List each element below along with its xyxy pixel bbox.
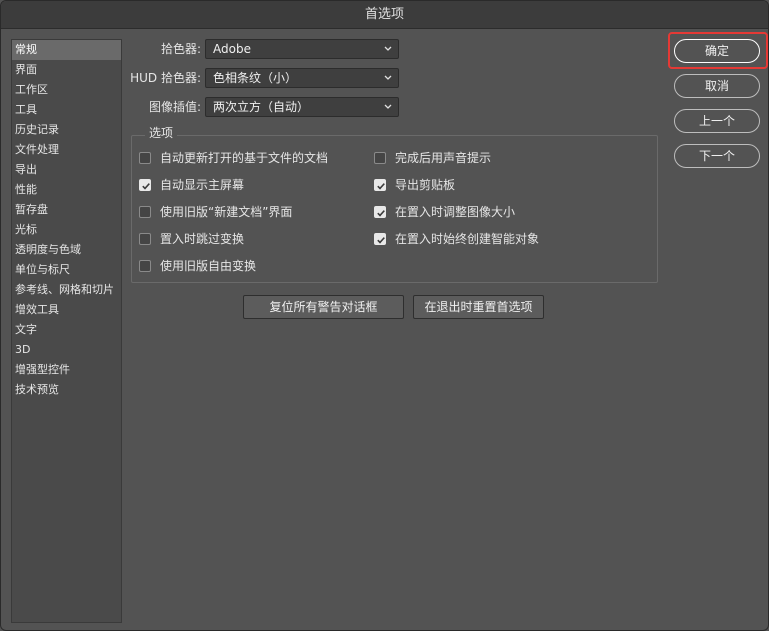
sidebar-item-cursors[interactable]: 光标	[12, 220, 121, 240]
hud-color-picker-select[interactable]: 色相条纹（小）	[205, 68, 399, 88]
preferences-dialog: 首选项 常规 界面 工作区 工具 历史记录 文件处理 导出 性能 暂存盘 光标 …	[0, 0, 769, 631]
checkbox-checked[interactable]	[374, 206, 386, 218]
chevron-down-icon	[384, 46, 392, 51]
checkmark-icon	[377, 237, 385, 244]
checkmark-icon	[142, 183, 150, 190]
checkbox-unchecked[interactable]	[139, 206, 151, 218]
sidebar-item-history[interactable]: 历史记录	[12, 120, 121, 140]
ok-button[interactable]: 确定	[674, 39, 760, 63]
checkmark-icon	[377, 210, 385, 217]
options-group-title: 选项	[145, 125, 178, 141]
checkbox-unchecked[interactable]	[139, 260, 151, 272]
sidebar-item-tools[interactable]: 工具	[12, 100, 121, 120]
sidebar-item-type[interactable]: 文字	[12, 320, 121, 340]
color-picker-label: 拾色器:	[160, 42, 201, 56]
option-label: 使用旧版自由变换	[160, 259, 257, 273]
option-label: 使用旧版“新建文档”界面	[160, 205, 293, 219]
sidebar-item-units-rulers[interactable]: 单位与标尺	[12, 260, 121, 280]
option-label: 置入时跳过变换	[160, 232, 245, 246]
option-label: 完成后用声音提示	[395, 151, 492, 165]
reset-warnings-button[interactable]: 复位所有警告对话框	[243, 295, 404, 319]
checkbox-unchecked[interactable]	[374, 152, 386, 164]
checkbox-unchecked[interactable]	[139, 233, 151, 245]
hud-color-picker-label: HUD 拾色器:	[130, 71, 201, 85]
checkbox-checked[interactable]	[374, 179, 386, 191]
sidebar-item-scratch-disks[interactable]: 暂存盘	[12, 200, 121, 220]
sidebar-item-3d[interactable]: 3D	[12, 340, 121, 360]
sidebar-item-plugins[interactable]: 增效工具	[12, 300, 121, 320]
chevron-down-icon	[384, 75, 392, 80]
sidebar-item-general[interactable]: 常规	[12, 40, 121, 60]
sidebar-item-guides-grid-slices[interactable]: 参考线、网格和切片	[12, 280, 121, 300]
sidebar-item-transparency-gamut[interactable]: 透明度与色域	[12, 240, 121, 260]
sidebar-item-workspace[interactable]: 工作区	[12, 80, 121, 100]
sidebar-item-technology-previews[interactable]: 技术预览	[12, 380, 121, 400]
color-picker-row: 拾色器:	[125, 39, 201, 59]
reset-prefs-on-quit-button[interactable]: 在退出时重置首选项	[413, 295, 544, 319]
option-label: 自动更新打开的基于文件的文档	[160, 151, 329, 165]
sidebar-item-performance[interactable]: 性能	[12, 180, 121, 200]
color-picker-value: Adobe	[213, 42, 251, 56]
next-button[interactable]: 下一个	[674, 144, 760, 168]
sidebar-item-interface[interactable]: 界面	[12, 60, 121, 80]
sidebar-item-file-handling[interactable]: 文件处理	[12, 140, 121, 160]
image-interpolation-label: 图像插值:	[148, 100, 201, 114]
cancel-button[interactable]: 取消	[674, 74, 760, 98]
image-interpolation-value: 两次立方（自动）	[213, 100, 310, 114]
sidebar-item-export[interactable]: 导出	[12, 160, 121, 180]
checkbox-checked[interactable]	[139, 179, 151, 191]
option-label: 在置入时始终创建智能对象	[395, 232, 540, 246]
option-label: 导出剪贴板	[395, 178, 456, 192]
chevron-down-icon	[384, 104, 392, 109]
hud-color-picker-value: 色相条纹（小）	[213, 71, 298, 85]
sidebar-item-enhanced-controls[interactable]: 增强型控件	[12, 360, 121, 380]
checkmark-icon	[377, 183, 385, 190]
hud-color-picker-row: HUD 拾色器:	[125, 68, 201, 88]
option-label: 在置入时调整图像大小	[395, 205, 516, 219]
option-label: 自动显示主屏幕	[160, 178, 245, 192]
checkbox-checked[interactable]	[374, 233, 386, 245]
image-interpolation-select[interactable]: 两次立方（自动）	[205, 97, 399, 117]
window-title: 首选项	[1, 1, 768, 29]
checkbox-unchecked[interactable]	[139, 152, 151, 164]
color-picker-select[interactable]: Adobe	[205, 39, 399, 59]
image-interpolation-row: 图像插值:	[125, 97, 201, 117]
previous-button[interactable]: 上一个	[674, 109, 760, 133]
sidebar-nav: 常规 界面 工作区 工具 历史记录 文件处理 导出 性能 暂存盘 光标 透明度与…	[11, 39, 122, 623]
